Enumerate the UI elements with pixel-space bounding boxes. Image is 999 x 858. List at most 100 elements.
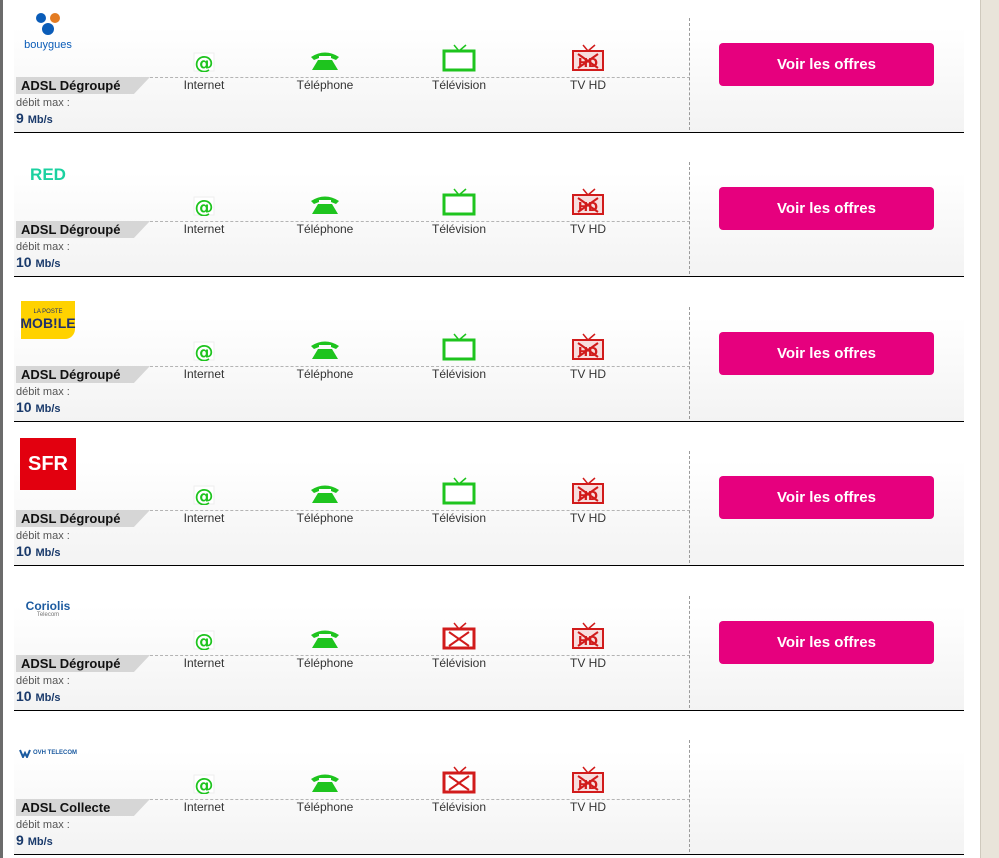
- debit-label: débit max :: [16, 819, 70, 831]
- service-label: Télévision: [431, 800, 487, 814]
- debit-label: débit max :: [16, 386, 70, 398]
- phone-icon: [307, 329, 343, 361]
- at-icon: @: [186, 473, 222, 505]
- at-icon: @: [186, 184, 222, 216]
- debit-unit: Mb/s: [35, 258, 61, 270]
- technology-label: ADSL Collecte: [16, 799, 150, 816]
- provider-logo: LA POSTE MOB!LE: [18, 295, 78, 345]
- service-label: Télévision: [431, 511, 487, 525]
- phone-icon: [307, 40, 343, 72]
- service-television: Télévision: [424, 473, 494, 525]
- window-left-border: [0, 0, 3, 858]
- service-tvhd: HD TV HD: [553, 40, 623, 92]
- debit-unit: Mb/s: [35, 692, 61, 704]
- service-tvhd: HD TV HD: [553, 473, 623, 525]
- svg-text:HD: HD: [578, 778, 598, 792]
- service-telephone: Téléphone: [290, 473, 360, 525]
- debit-value: 9 Mb/s: [16, 110, 53, 126]
- offer-row: OVH TELECOM ADSL Collecte débit max :9 Mb/…: [14, 722, 964, 855]
- svg-text:HD: HD: [578, 634, 598, 648]
- tv-icon: [441, 618, 477, 650]
- logo-text: MOB!LE: [20, 315, 76, 331]
- service-label: Télévision: [431, 367, 487, 381]
- svg-text:@: @: [195, 774, 214, 794]
- phone-icon: [307, 618, 343, 650]
- service-television: Télévision: [424, 329, 494, 381]
- service-internet: @ Internet: [169, 184, 239, 236]
- service-tvhd: HD TV HD: [553, 329, 623, 381]
- debit-number: 9: [16, 110, 24, 126]
- logo-text: Coriolis: [25, 599, 71, 613]
- debit-unit: Mb/s: [35, 403, 61, 415]
- service-label: Téléphone: [296, 367, 354, 381]
- offer-row: SFR ADSL Dégroupé débit max :10 Mb/s @ Inter…: [14, 433, 964, 566]
- service-television: Télévision: [424, 762, 494, 814]
- phone-icon: [307, 184, 343, 216]
- column-divider: [689, 18, 690, 130]
- service-internet: @ Internet: [169, 473, 239, 525]
- service-telephone: Téléphone: [290, 618, 360, 670]
- tv-icon: [441, 473, 477, 505]
- service-internet: @ Internet: [169, 762, 239, 814]
- service-label: Téléphone: [296, 800, 354, 814]
- at-icon: @: [186, 618, 222, 650]
- service-internet: @ Internet: [169, 40, 239, 92]
- column-divider: [689, 596, 690, 708]
- service-television: Télévision: [424, 40, 494, 92]
- voir-les-offres-button[interactable]: Voir les offres: [719, 332, 934, 375]
- offer-row: RED ADSL Dégroupé débit max :10 Mb/s @ Inter…: [14, 144, 964, 277]
- provider-logo: bouygues: [18, 6, 78, 56]
- svg-text:@: @: [195, 630, 214, 650]
- debit-unit: Mb/s: [27, 836, 53, 848]
- debit-value: 10 Mb/s: [16, 688, 61, 704]
- voir-les-offres-button[interactable]: Voir les offres: [719, 43, 934, 86]
- svg-text:@: @: [195, 196, 214, 216]
- service-internet: @ Internet: [169, 618, 239, 670]
- svg-text:HD: HD: [578, 56, 598, 70]
- logo-text: OVH TELECOM: [32, 750, 77, 756]
- debit-unit: Mb/s: [35, 547, 61, 559]
- tv-icon: [441, 762, 477, 794]
- offer-row: bouygues ADSL Dégroupé débit max :9 Mb/s @ I…: [14, 0, 964, 133]
- debit-value: 10 Mb/s: [16, 543, 61, 559]
- technology-label: ADSL Dégroupé: [16, 655, 150, 672]
- service-telephone: Téléphone: [290, 762, 360, 814]
- phone-icon: [307, 473, 343, 505]
- service-tvhd: HD TV HD: [553, 184, 623, 236]
- debit-label: débit max :: [16, 530, 70, 542]
- tv-icon: [441, 329, 477, 361]
- service-telephone: Téléphone: [290, 184, 360, 236]
- service-label: Internet: [183, 78, 225, 92]
- debit-value: 10 Mb/s: [16, 254, 61, 270]
- svg-text:HD: HD: [578, 345, 598, 359]
- at-icon: @: [186, 762, 222, 794]
- voir-les-offres-button[interactable]: Voir les offres: [719, 621, 934, 664]
- technology-label: ADSL Dégroupé: [16, 77, 150, 94]
- svg-text:HD: HD: [578, 489, 598, 503]
- svg-text:HD: HD: [578, 200, 598, 214]
- service-label: TV HD: [570, 511, 606, 525]
- debit-number: 10: [16, 543, 32, 559]
- service-label: TV HD: [570, 656, 606, 670]
- service-label: Télévision: [431, 656, 487, 670]
- provider-logo: RED: [18, 150, 78, 200]
- service-internet: @ Internet: [169, 329, 239, 381]
- debit-label: débit max :: [16, 97, 70, 109]
- service-label: Télévision: [431, 222, 487, 236]
- service-label: Télévision: [431, 78, 487, 92]
- service-label: Internet: [183, 800, 225, 814]
- logo-text: SFR: [28, 452, 68, 475]
- debit-label: débit max :: [16, 675, 70, 687]
- voir-les-offres-button[interactable]: Voir les offres: [719, 476, 934, 519]
- debit-label: débit max :: [16, 241, 70, 253]
- scrollbar-track[interactable]: [980, 0, 999, 858]
- service-label: Internet: [183, 367, 225, 381]
- provider-logo: SFR: [18, 438, 78, 490]
- debit-number: 10: [16, 399, 32, 415]
- debit-number: 9: [16, 832, 24, 848]
- voir-les-offres-button[interactable]: Voir les offres: [719, 187, 934, 230]
- tv-icon: [441, 40, 477, 72]
- logo-text: RED: [30, 165, 66, 184]
- svg-text:@: @: [195, 341, 214, 361]
- offer-row: LA POSTE MOB!LE ADSL Dégroupé débit max :10…: [14, 289, 964, 422]
